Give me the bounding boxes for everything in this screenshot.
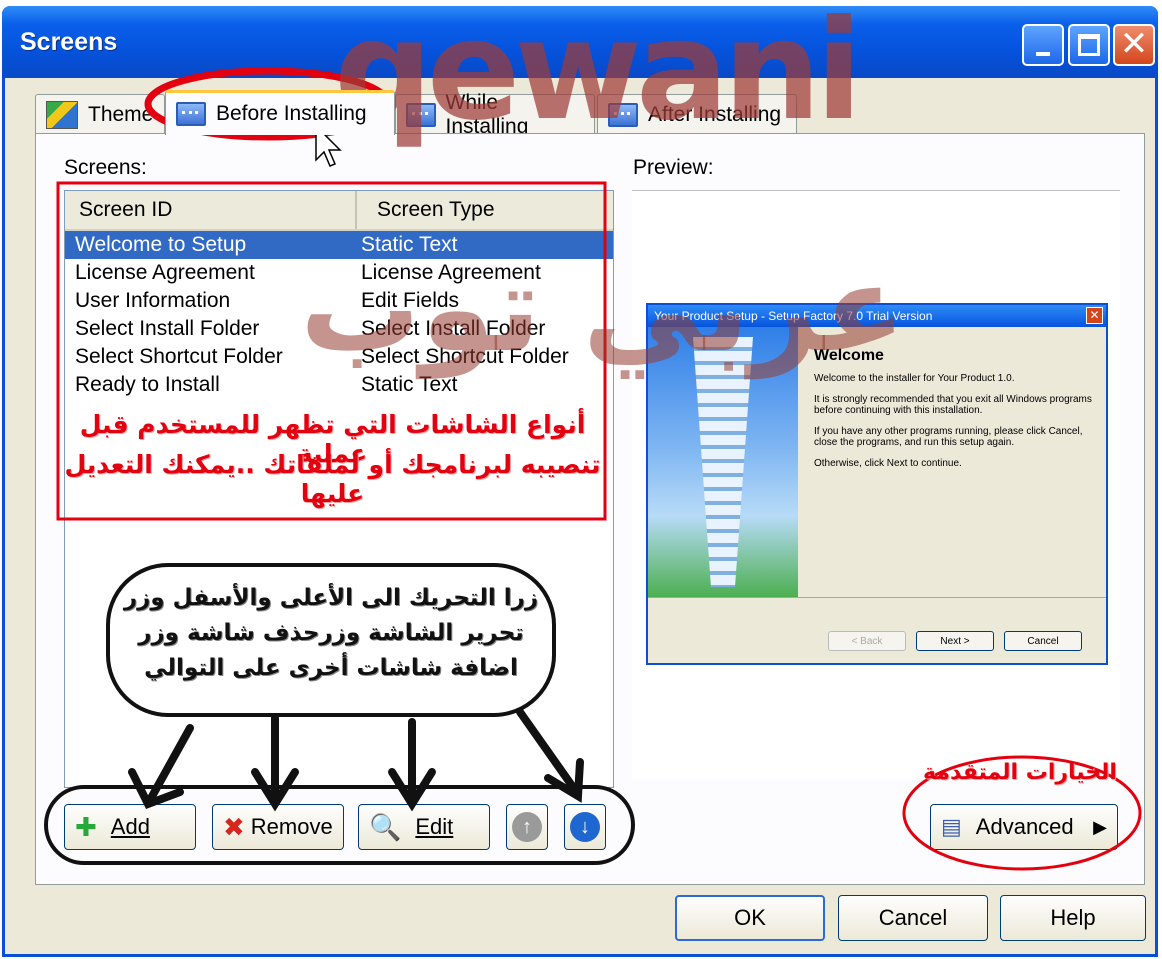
delete-icon: ✖ (223, 811, 245, 842)
maximize-icon (1078, 34, 1100, 56)
advanced-button[interactable]: ▤ Advanced ▶ (930, 804, 1118, 850)
tab-theme[interactable]: Theme (35, 94, 165, 134)
watermark-latin: qewani (334, 0, 863, 151)
tab-label: Before Installing (216, 102, 367, 125)
preview-divider (648, 597, 1106, 598)
preview-paragraph: Otherwise, click Next to continue. (814, 458, 962, 469)
magnifier-icon: 🔍 (369, 811, 402, 842)
close-icon: ✕ (1119, 24, 1149, 63)
tab-label: Theme (88, 102, 154, 126)
remove-label: Remove (250, 814, 333, 839)
preview-buttons: < Back Next > Cancel (828, 631, 1082, 651)
plus-icon: ✚ (75, 811, 97, 842)
preview-back-button: < Back (828, 631, 906, 651)
maximize-button[interactable] (1068, 24, 1110, 66)
preview-next-button: Next > (916, 631, 994, 651)
list-header: Screen ID Screen Type (65, 191, 613, 231)
annotation-buttons-line3: اضافة شاشات أخرى على التوالي (144, 655, 518, 681)
cancel-button[interactable]: Cancel (838, 895, 988, 941)
tab-before-installing[interactable]: Before Installing (165, 90, 395, 135)
annotation-advanced: الخيارات المتقدمة (923, 760, 1117, 785)
preview-paragraph: It is strongly recommended that you exit… (814, 394, 1092, 416)
close-button[interactable]: ✕ (1113, 24, 1155, 66)
preview-paragraph: If you have any other programs running, … (814, 426, 1083, 448)
watermark-arabic: عربي توب (300, 240, 906, 379)
minimize-icon (1036, 52, 1050, 56)
add-button[interactable]: ✚ Add (64, 804, 196, 850)
preview-label: Preview: (633, 156, 714, 179)
arrow-down-icon: ↓ (570, 812, 600, 842)
help-label: Help (1050, 905, 1096, 930)
minimize-button[interactable] (1022, 24, 1064, 66)
window-title: Screens (20, 28, 118, 56)
move-down-button[interactable]: ↓ (564, 804, 606, 850)
arrow-right-icon: ▶ (1093, 816, 1107, 837)
edit-label: Edit (415, 814, 454, 839)
column-header-screen-id[interactable]: Screen ID (65, 191, 357, 229)
column-header-screen-type[interactable]: Screen Type (357, 191, 613, 229)
annotation-buttons-line2: تحرير الشاشة وزرحذف شاشة وزر (138, 620, 524, 646)
annotation-buttons-line1: زرا التحريك الى الأعلى والأسفل وزر (123, 585, 539, 611)
preview-close-icon: ✕ (1086, 307, 1103, 324)
add-label: Add (110, 814, 150, 839)
screen-icon (176, 102, 206, 126)
move-up-button[interactable]: ↑ (506, 804, 548, 850)
advanced-label: Advanced (975, 814, 1074, 839)
help-button[interactable]: Help (1000, 895, 1146, 941)
ok-button[interactable]: OK (675, 895, 825, 941)
document-icon: ▤ (941, 814, 962, 839)
screens-label: Screens: (64, 156, 147, 179)
edit-button[interactable]: 🔍 Edit (358, 804, 490, 850)
ok-label: OK (734, 905, 766, 930)
theme-icon (46, 100, 78, 129)
preview-cancel-button: Cancel (1004, 631, 1082, 651)
cancel-label: Cancel (878, 905, 948, 930)
annotation-screens-line2: تنصيبه لبرنامجك أو لملفاتك ..يمكنك التعد… (64, 450, 601, 508)
arrow-up-icon: ↑ (512, 812, 542, 842)
remove-button[interactable]: ✖ Remove (212, 804, 344, 850)
